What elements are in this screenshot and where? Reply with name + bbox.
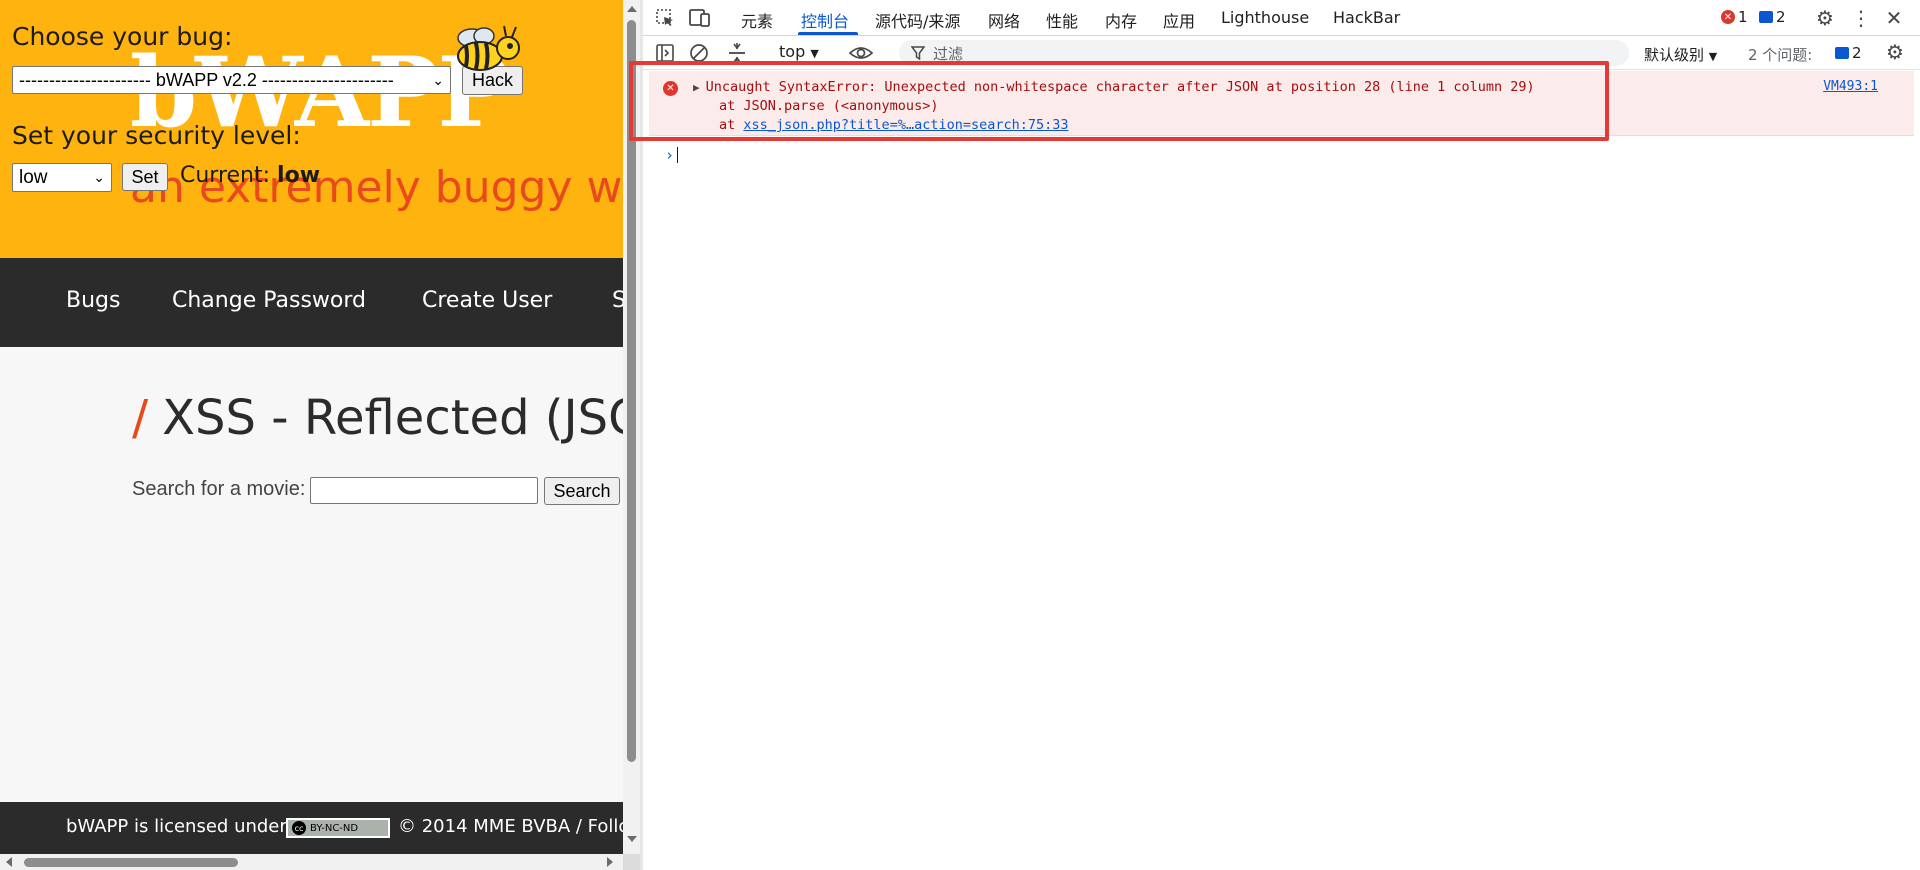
close-icon[interactable]: ✕	[1883, 6, 1905, 30]
context-value: top	[779, 42, 806, 61]
tab-console[interactable]: 控制台	[801, 8, 849, 32]
title-slash: /	[132, 390, 149, 446]
security-level-select[interactable]: low ⌄	[12, 163, 112, 192]
bug-select[interactable]: ---------------------- bWAPP v2.2 ------…	[12, 66, 451, 94]
tab-performance[interactable]: 性能	[1046, 8, 1078, 32]
filter-icon	[911, 46, 925, 60]
menu-item-bugs[interactable]: Bugs	[66, 288, 120, 313]
chevron-down-icon: ⌄	[93, 169, 105, 185]
cc-icon: cc	[292, 821, 306, 835]
menu-item-create-user[interactable]: Create User	[422, 288, 552, 313]
inspect-element-icon[interactable]	[655, 8, 675, 28]
message-icon	[1759, 11, 1773, 23]
live-expression-eye-icon[interactable]	[849, 44, 873, 62]
bee-icon	[457, 25, 520, 71]
tab-application[interactable]: 应用	[1163, 8, 1195, 32]
devtools-tabbar: 元素 控制台 源代码/来源 网络 性能 内存 应用 Lighthouse Hac…	[643, 0, 1920, 36]
active-tab-indicator	[798, 32, 858, 35]
choose-bug-label: Choose your bug:	[12, 22, 233, 51]
set-security-button[interactable]: Set	[122, 163, 168, 191]
bwapp-footer: bWAPP is licensed under cc BY-NC-ND © 20…	[0, 802, 623, 854]
tab-hackbar[interactable]: HackBar	[1333, 8, 1400, 27]
message-counter[interactable]: 2	[1759, 8, 1786, 26]
scrollbar-corner	[623, 854, 640, 870]
bwapp-menu: Bugs Change Password Create User Set Sec…	[0, 258, 623, 347]
tab-elements[interactable]: 元素	[741, 8, 773, 32]
tab-memory[interactable]: 内存	[1105, 8, 1137, 32]
menu-item-set-security-level[interactable]: Set Security Level	[612, 288, 623, 313]
page-horizontal-scrollbar[interactable]	[0, 854, 623, 870]
scroll-down-icon[interactable]	[627, 836, 637, 842]
menu-item-change-password[interactable]: Change Password	[172, 288, 366, 313]
search-label: Search for a movie:	[132, 478, 306, 500]
error-counter[interactable]: ✕ 1	[1721, 8, 1748, 26]
error-icon: ✕	[1721, 10, 1735, 24]
current-level-value: low	[277, 163, 321, 188]
more-options-icon[interactable]: ⋮	[1851, 6, 1871, 30]
error-highlight-annotation	[629, 61, 1609, 141]
issues-label: 2 个问题:	[1748, 46, 1813, 64]
log-level-select[interactable]: 默认级别 ▼	[1644, 44, 1717, 65]
cc-badge-text: BY-NC-ND	[310, 822, 359, 834]
tab-lighthouse[interactable]: Lighthouse	[1221, 8, 1309, 27]
chevron-down-icon: ⌄	[432, 71, 444, 88]
scroll-up-icon[interactable]	[627, 6, 637, 12]
clear-console-icon[interactable]	[689, 43, 709, 63]
context-select[interactable]: top ▼	[779, 42, 819, 61]
tab-sources[interactable]: 源代码/来源	[875, 8, 960, 32]
console-settings-gear-icon[interactable]: ⚙	[1883, 40, 1907, 64]
message-count: 2	[1776, 8, 1786, 26]
device-toolbar-icon[interactable]	[689, 8, 711, 28]
search-button[interactable]: Search	[544, 477, 620, 505]
footer-license-text: bWAPP is licensed under	[66, 816, 287, 837]
page-title: /XSS - Reflected (JSON)	[132, 390, 623, 446]
scroll-left-icon[interactable]	[6, 857, 12, 867]
console-input-caret[interactable]	[677, 147, 678, 163]
console-prompt-icon: ›	[665, 146, 675, 164]
issues-counter[interactable]: 2	[1835, 44, 1862, 62]
cc-license-badge[interactable]: cc BY-NC-ND	[286, 818, 390, 838]
error-source-link[interactable]: VM493:1	[1823, 79, 1878, 94]
horizontal-scroll-thumb[interactable]	[24, 858, 238, 867]
current-level: Current: low	[180, 163, 320, 188]
issues-icon	[1835, 47, 1849, 59]
tab-network[interactable]: 网络	[988, 8, 1020, 32]
caret-down-icon: ▼	[1708, 50, 1718, 63]
scroll-right-icon[interactable]	[607, 857, 613, 867]
current-level-label: Current:	[180, 163, 271, 188]
security-level-label: Set your security level:	[12, 121, 301, 150]
log-level-value: 默认级别	[1644, 46, 1705, 64]
caret-down-icon: ▼	[810, 47, 819, 60]
sidebar-toggle-icon[interactable]	[655, 43, 675, 63]
bwapp-page: bWAPP an extremely buggy web app ! Choos…	[0, 0, 623, 870]
issues-count: 2	[1852, 44, 1862, 62]
settings-gear-icon[interactable]: ⚙	[1813, 6, 1837, 30]
bug-select-value: ---------------------- bWAPP v2.2 ------…	[19, 69, 394, 90]
footer-copyright-text: © 2014 MME BVBA / Follow	[398, 816, 623, 837]
bwapp-header: bWAPP an extremely buggy web app ! Choos…	[0, 0, 623, 258]
page-title-text: XSS - Reflected (JSON)	[162, 390, 623, 446]
security-level-value: low	[19, 166, 48, 188]
search-input[interactable]	[310, 477, 538, 504]
error-count: 1	[1738, 8, 1748, 26]
